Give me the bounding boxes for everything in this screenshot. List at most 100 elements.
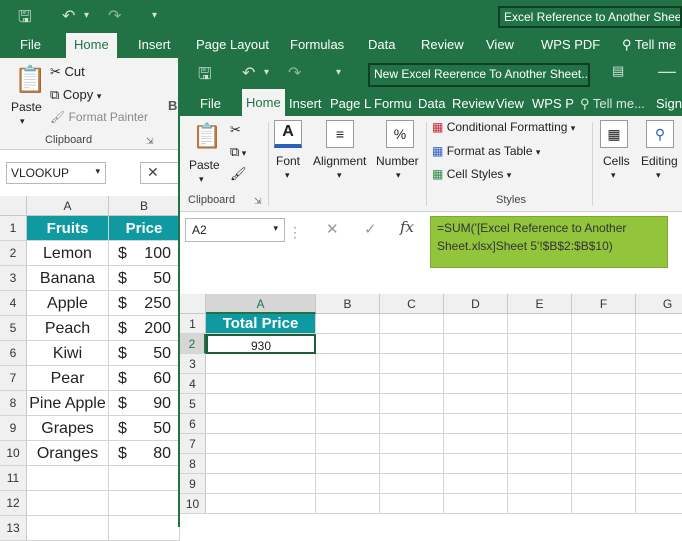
chevron-down-icon[interactable]: ▾ (273, 223, 278, 234)
tab-view[interactable]: View (496, 96, 524, 111)
empty-cell[interactable] (508, 454, 572, 474)
empty-cell[interactable] (572, 434, 636, 454)
empty-cell[interactable] (444, 374, 508, 394)
minimize-icon[interactable]: — (658, 61, 676, 82)
empty-cell[interactable] (206, 434, 316, 454)
row-header[interactable]: 13 (0, 516, 27, 541)
customize-icon[interactable]: ▾ (336, 67, 341, 78)
total-price-header[interactable]: Total Price (206, 314, 316, 334)
empty-cell[interactable] (380, 334, 444, 354)
column-header[interactable]: D (444, 294, 508, 314)
tab-page-layout[interactable]: Page L (330, 96, 371, 111)
empty-cell[interactable] (636, 414, 682, 434)
enter-icon[interactable]: ✓ (364, 220, 377, 238)
tab-page-layout[interactable]: Page Layout (196, 37, 269, 52)
empty-cell[interactable] (206, 374, 316, 394)
empty-cell[interactable] (444, 454, 508, 474)
name-box[interactable]: A2 ▾ (185, 218, 285, 242)
price-cell[interactable]: $50 (109, 266, 180, 291)
empty-cell[interactable] (380, 394, 444, 414)
row-header[interactable]: 6 (0, 341, 27, 366)
empty-cell[interactable] (508, 374, 572, 394)
empty-cell[interactable] (572, 394, 636, 414)
column-header[interactable]: G (636, 294, 682, 314)
fruit-cell[interactable]: Pear (27, 366, 109, 391)
row-header[interactable]: 6 (180, 414, 206, 434)
tab-view[interactable]: View (486, 37, 514, 52)
empty-cell[interactable] (572, 454, 636, 474)
empty-cell[interactable] (636, 314, 682, 334)
empty-cell[interactable] (206, 494, 316, 514)
save-icon[interactable]: 🖫 (18, 6, 32, 33)
empty-cell[interactable] (572, 474, 636, 494)
empty-cell[interactable] (316, 474, 380, 494)
tab-insert[interactable]: Insert (289, 96, 322, 111)
row-header[interactable]: 4 (180, 374, 206, 394)
column-header[interactable]: B (316, 294, 380, 314)
price-cell[interactable]: $250 (109, 291, 180, 316)
empty-cell[interactable] (27, 491, 109, 516)
row-header[interactable]: 11 (0, 466, 27, 491)
alignment-button[interactable]: Alignment (313, 154, 366, 168)
empty-cell[interactable] (380, 354, 444, 374)
fruit-cell[interactable]: Peach (27, 316, 109, 341)
empty-cell[interactable] (508, 354, 572, 374)
empty-cell[interactable] (508, 494, 572, 514)
row-header[interactable]: 9 (180, 474, 206, 494)
column-header[interactable]: C (380, 294, 444, 314)
row-header[interactable]: 5 (180, 394, 206, 414)
cells-icon[interactable]: ▦ (600, 120, 628, 148)
empty-cell[interactable] (444, 394, 508, 414)
empty-cell[interactable] (572, 374, 636, 394)
tab-tell-me[interactable]: ⚲ Tell me (622, 37, 676, 53)
empty-cell[interactable] (316, 414, 380, 434)
paste-button[interactable]: Paste (11, 100, 42, 114)
empty-cell[interactable] (572, 414, 636, 434)
empty-cell[interactable] (316, 394, 380, 414)
empty-cell[interactable] (206, 474, 316, 494)
paste-icon[interactable]: 📋 (14, 64, 46, 95)
tab-formulas[interactable]: Formu (374, 96, 412, 111)
tab-wps-pdf[interactable]: WPS PDF (541, 37, 600, 52)
empty-cell[interactable] (316, 314, 380, 334)
empty-cell[interactable] (316, 434, 380, 454)
row-header[interactable]: 2 (0, 241, 27, 266)
select-all-corner[interactable] (180, 294, 206, 314)
empty-cell[interactable] (508, 414, 572, 434)
empty-cell[interactable] (316, 354, 380, 374)
price-cell[interactable]: $80 (109, 441, 180, 466)
tab-wps-pdf[interactable]: WPS P (532, 96, 574, 111)
price-cell[interactable]: $50 (109, 341, 180, 366)
fruit-cell[interactable]: Kiwi (27, 341, 109, 366)
fruit-cell[interactable]: Banana (27, 266, 109, 291)
empty-cell[interactable] (380, 314, 444, 334)
cells-button[interactable]: Cells (603, 154, 630, 168)
price-header[interactable]: Price (109, 216, 180, 241)
empty-cell[interactable] (27, 516, 109, 541)
row-header[interactable]: 10 (180, 494, 206, 514)
empty-cell[interactable] (636, 354, 682, 374)
font-button[interactable]: Font (276, 154, 300, 168)
column-header[interactable]: E (508, 294, 572, 314)
chevron-down-icon[interactable]: ▾ (199, 174, 204, 185)
fruit-cell[interactable]: Lemon (27, 241, 109, 266)
brush-icon[interactable]: 🖌 (230, 166, 247, 182)
empty-cell[interactable] (508, 334, 572, 354)
empty-cell[interactable] (206, 394, 316, 414)
insert-function-icon[interactable]: fx (400, 218, 414, 236)
empty-cell[interactable] (636, 434, 682, 454)
empty-cell[interactable] (316, 334, 380, 354)
chevron-down-icon[interactable]: ▾ (285, 170, 290, 181)
empty-cell[interactable] (508, 394, 572, 414)
chevron-down-icon[interactable]: ▾ (656, 170, 661, 181)
customize-icon[interactable]: ▾ (152, 10, 157, 21)
dialog-launcher-icon[interactable]: ⇲ (254, 196, 262, 207)
empty-cell[interactable] (572, 494, 636, 514)
empty-cell[interactable] (444, 434, 508, 454)
tab-review[interactable]: Review (452, 96, 495, 111)
empty-cell[interactable] (380, 494, 444, 514)
select-all-corner[interactable] (0, 196, 27, 216)
empty-cell[interactable] (572, 334, 636, 354)
alignment-icon[interactable]: ≡ (326, 120, 354, 148)
cancel-icon[interactable]: ✕ (140, 162, 180, 184)
